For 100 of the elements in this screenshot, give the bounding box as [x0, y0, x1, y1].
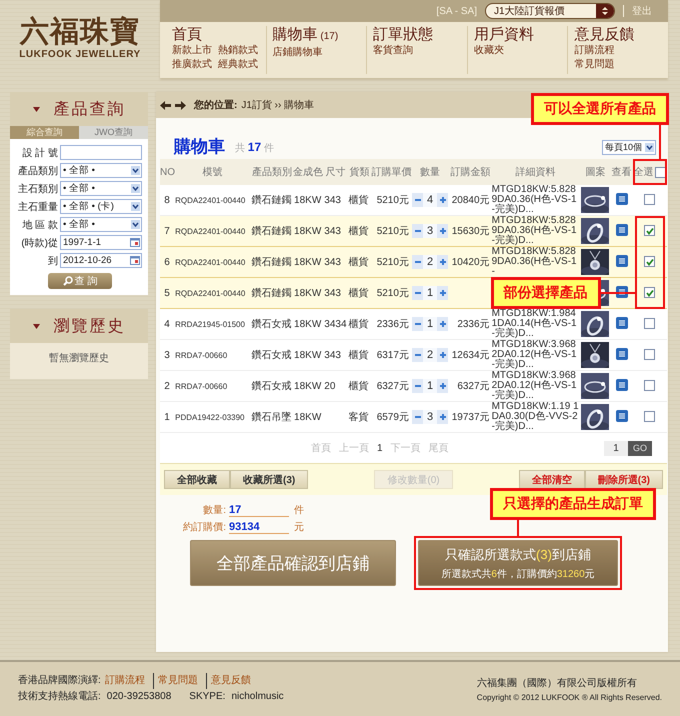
leader-line: [517, 520, 519, 536]
minus-button[interactable]: [412, 379, 424, 393]
footer-label: 香港品牌國際演繹:: [18, 674, 101, 688]
plus-button[interactable]: [437, 286, 448, 300]
nav-link[interactable]: 經典款式: [218, 58, 258, 72]
checkbox[interactable]: [644, 380, 656, 392]
plus-button[interactable]: [437, 193, 448, 207]
nav-title[interactable]: 意見反饋: [574, 26, 662, 44]
page-number[interactable]: 1: [377, 442, 383, 454]
minus-button[interactable]: [412, 193, 424, 207]
action-button[interactable]: 刪除所選(3): [584, 470, 663, 489]
plus-button[interactable]: [437, 224, 448, 238]
footer-link[interactable]: 常見問題: [152, 673, 202, 689]
action-button[interactable]: 全部收藏: [164, 470, 230, 489]
dropdown[interactable]: • 全部 •: [60, 163, 142, 178]
table-cell: 櫃貨: [347, 340, 372, 370]
leader-line: [600, 292, 635, 294]
go-button[interactable]: GO: [628, 440, 652, 456]
plus-button[interactable]: [437, 379, 448, 393]
nav-title[interactable]: 訂單狀態: [373, 26, 461, 44]
table-cell: 2: [160, 370, 174, 402]
footer-link[interactable]: 訂購流程: [104, 673, 149, 689]
action-button[interactable]: 收藏所選(3): [230, 470, 308, 489]
minus-button[interactable]: [412, 255, 424, 269]
quantity-field[interactable]: 3: [423, 224, 438, 238]
input-field[interactable]: [60, 145, 142, 160]
table-cell: 7: [160, 216, 174, 246]
quantity-field[interactable]: 2: [423, 348, 438, 362]
plus-button[interactable]: [437, 348, 448, 362]
nav-link[interactable]: 新款上市: [172, 44, 212, 58]
document-icon[interactable]: [616, 254, 628, 266]
nav-link[interactable]: 熱銷款式: [218, 44, 258, 58]
checkbox[interactable]: [644, 349, 656, 360]
quantity-field[interactable]: 1: [423, 317, 438, 331]
check-icon: [646, 288, 654, 297]
minus-button[interactable]: [412, 317, 424, 331]
minus-icon: [414, 321, 421, 327]
confirm-selected-button[interactable]: 只確認所選款式(3)到店鋪 所選款式共6件，訂購價約31260元: [418, 540, 618, 586]
date-field[interactable]: 2012-10-26: [60, 253, 142, 268]
page-input[interactable]: 1: [604, 440, 628, 456]
document-icon[interactable]: [616, 378, 628, 390]
action-button[interactable]: 全部清空: [518, 470, 585, 489]
document-icon[interactable]: [616, 192, 628, 204]
table-cell: 343: [323, 246, 348, 278]
table-cell: 6317元: [372, 340, 410, 370]
dropdown[interactable]: • 全部 •: [60, 181, 142, 196]
minus-icon: [414, 290, 421, 296]
nav-link[interactable]: 常見問題: [574, 58, 662, 72]
checkbox[interactable]: [644, 287, 656, 298]
document-icon[interactable]: [616, 224, 628, 236]
document-icon[interactable]: [616, 410, 628, 422]
nav-title[interactable]: 購物車 (17): [272, 26, 360, 46]
plus-button[interactable]: [437, 317, 448, 331]
page-size-dropdown[interactable]: 每頁10個: [602, 140, 656, 155]
table-cell: 櫃貨: [347, 278, 372, 308]
select-all-checkbox[interactable]: [655, 166, 666, 178]
caret-icon[interactable]: [596, 4, 614, 18]
checkbox[interactable]: [644, 318, 656, 330]
region-dropdown[interactable]: J1大陸訂貨報價: [485, 3, 615, 19]
quantity-field[interactable]: 1: [423, 379, 438, 393]
minus-button[interactable]: [412, 410, 424, 424]
column-header: 訂購金額: [450, 159, 491, 185]
quantity-field[interactable]: 2: [423, 255, 438, 269]
plus-button[interactable]: [437, 410, 448, 424]
minus-button[interactable]: [412, 286, 424, 300]
caret-icon: [645, 143, 654, 152]
minus-button[interactable]: [412, 224, 424, 238]
quantity-field[interactable]: 4: [423, 193, 438, 207]
forward-arrow-icon[interactable]: [175, 100, 186, 110]
checkbox[interactable]: [644, 225, 656, 236]
nav-link[interactable]: 店鋪購物車: [272, 46, 360, 60]
minus-button[interactable]: [412, 348, 424, 362]
table-cell: RRDA7-00660: [174, 340, 251, 370]
document-icon[interactable]: [616, 348, 628, 360]
table-cell: 18KW: [293, 216, 324, 246]
quantity-field[interactable]: 3: [423, 410, 438, 424]
nav-title[interactable]: 首頁: [172, 26, 260, 44]
table-cell: 5210元: [372, 216, 410, 246]
plus-button[interactable]: [437, 255, 448, 269]
footer-link[interactable]: 意見反饋: [206, 673, 255, 689]
table-cell: 18KW: [293, 340, 324, 370]
nav-link[interactable]: 客貨查詢: [373, 44, 461, 58]
checkbox[interactable]: [644, 411, 656, 422]
back-arrow-icon[interactable]: [160, 100, 171, 110]
checkbox[interactable]: [644, 256, 656, 268]
nav-link[interactable]: 收藏夾: [474, 44, 562, 58]
nav-title[interactable]: 用戶資料: [474, 26, 562, 44]
table-cell: RQDA22401-00440: [174, 246, 251, 278]
dropdown[interactable]: • 全部 • (卡): [60, 199, 142, 214]
table-cell: RQDA22401-00440: [174, 216, 251, 246]
document-icon[interactable]: [616, 316, 628, 328]
nav-link[interactable]: 訂購流程: [574, 44, 662, 58]
total-label: 數量:: [202, 504, 226, 517]
dropdown[interactable]: • 全部 •: [60, 217, 142, 232]
nav-link[interactable]: 推廣款式: [172, 58, 212, 72]
date-field[interactable]: 1997-1-1: [60, 235, 142, 250]
checkbox[interactable]: [644, 194, 656, 206]
quantity-field[interactable]: 1: [423, 286, 438, 300]
column-header: 模號: [174, 159, 251, 185]
total-field: 17: [229, 504, 289, 517]
